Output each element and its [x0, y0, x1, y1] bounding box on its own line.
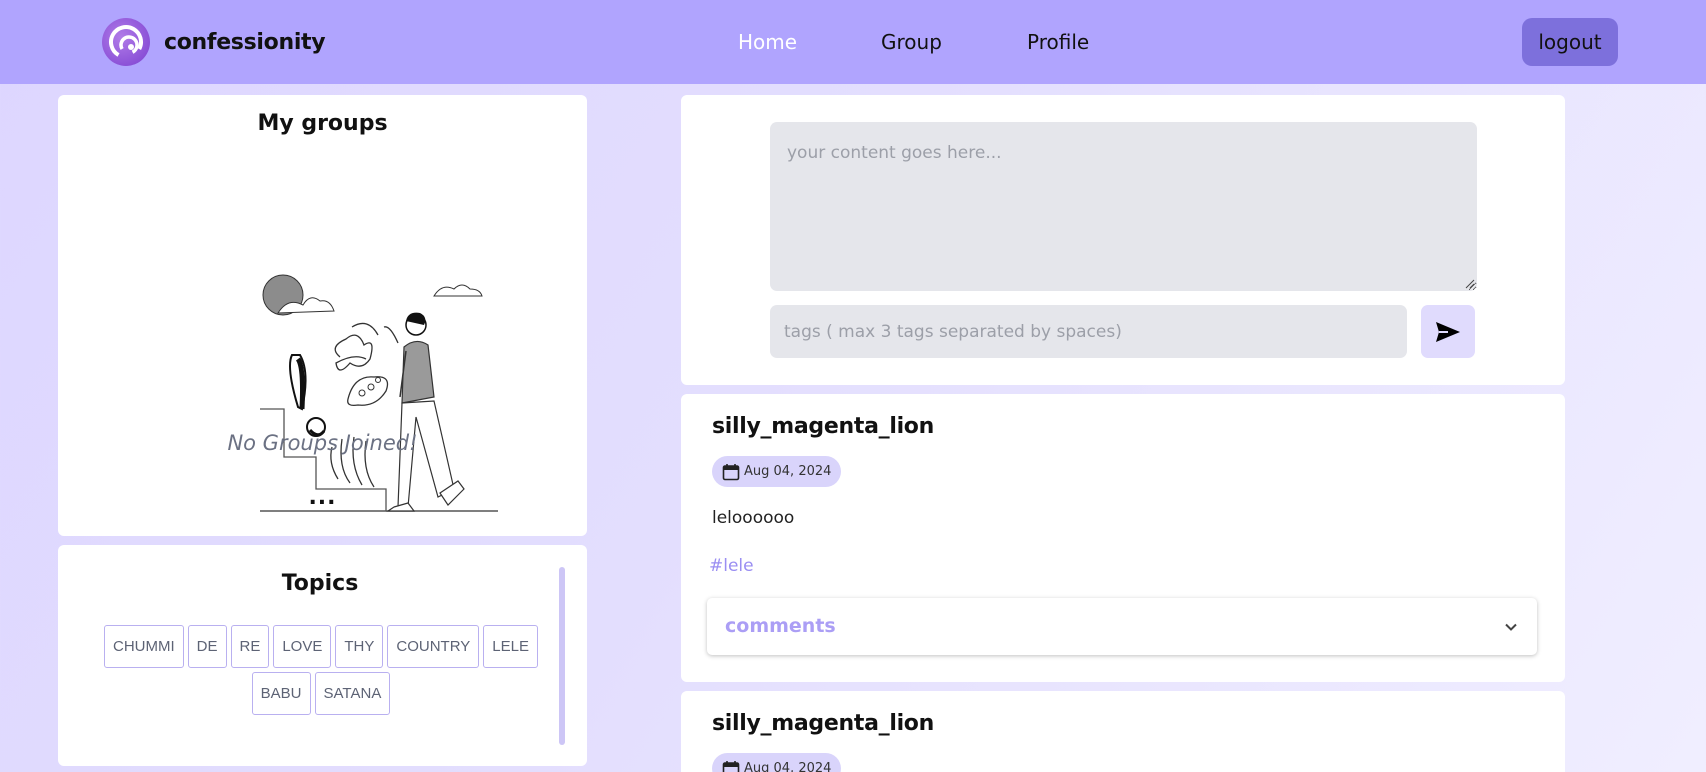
send-button[interactable] [1421, 305, 1475, 358]
post-card: silly_magenta_lion Aug 04, 2024 lelooooo… [681, 394, 1565, 682]
logout-button[interactable]: logout [1522, 18, 1618, 66]
topics-card: Topics CHUMMI DE RE LOVE THY COUNTRY LEL… [58, 545, 587, 766]
post-tag-link[interactable]: #lele [709, 556, 754, 576]
top-navbar: confessionity Home Group Profile logout [0, 0, 1706, 84]
topic-tag-de[interactable]: DE [187, 625, 227, 668]
topic-tag-re[interactable]: RE [230, 625, 270, 668]
nav-profile[interactable]: Profile [1027, 30, 1089, 54]
my-groups-card: My groups No Groups Joined! ... [58, 95, 587, 536]
topic-tag-chummi[interactable]: CHUMMI [104, 625, 184, 668]
send-icon [1436, 321, 1460, 342]
post-card: silly_magenta_lion Aug 04, 2024 [681, 691, 1565, 772]
comments-label: comments [725, 615, 836, 637]
post-author[interactable]: silly_magenta_lion [712, 711, 934, 736]
nav-group[interactable]: Group [881, 30, 942, 54]
brand[interactable]: confessionity [102, 18, 326, 66]
topic-tag-thy[interactable]: THY [335, 625, 384, 668]
topic-tag-satana[interactable]: SATANA [314, 672, 391, 715]
topics-title: Topics [281, 571, 359, 596]
topic-tag-love[interactable]: LOVE [273, 625, 332, 668]
brand-name: confessionity [164, 29, 326, 55]
post-body: leloooooo [712, 508, 795, 528]
calendar-icon [722, 760, 740, 772]
my-groups-title: My groups [257, 111, 388, 136]
topics-tag-list: CHUMMI DE RE LOVE THY COUNTRY LELE BABU … [98, 625, 544, 715]
topic-tag-lele[interactable]: LELE [483, 625, 538, 668]
post-composer-card [681, 95, 1565, 385]
chevron-down-icon [1505, 623, 1517, 631]
post-date-badge: Aug 04, 2024 [712, 456, 842, 487]
content-textarea[interactable] [770, 122, 1477, 291]
empty-groups-illustration [260, 274, 498, 512]
post-date-badge: Aug 04, 2024 [712, 753, 842, 772]
post-author[interactable]: silly_magenta_lion [712, 414, 934, 439]
tags-input[interactable] [770, 305, 1407, 358]
topic-tag-babu[interactable]: BABU [251, 672, 311, 715]
post-date-text: Aug 04, 2024 [744, 761, 832, 772]
resize-grip-icon[interactable] [1465, 279, 1475, 289]
calendar-icon [722, 463, 740, 481]
post-date-text: Aug 04, 2024 [744, 464, 832, 479]
nav-home[interactable]: Home [738, 30, 797, 54]
topic-tag-country[interactable]: COUNTRY [387, 625, 480, 668]
more-groups-button[interactable]: ... [58, 485, 587, 510]
brand-logo-icon [102, 18, 150, 66]
no-groups-text: No Groups Joined! [227, 431, 418, 455]
topics-scrollbar[interactable] [559, 567, 565, 745]
comments-accordion[interactable]: comments [707, 598, 1537, 655]
